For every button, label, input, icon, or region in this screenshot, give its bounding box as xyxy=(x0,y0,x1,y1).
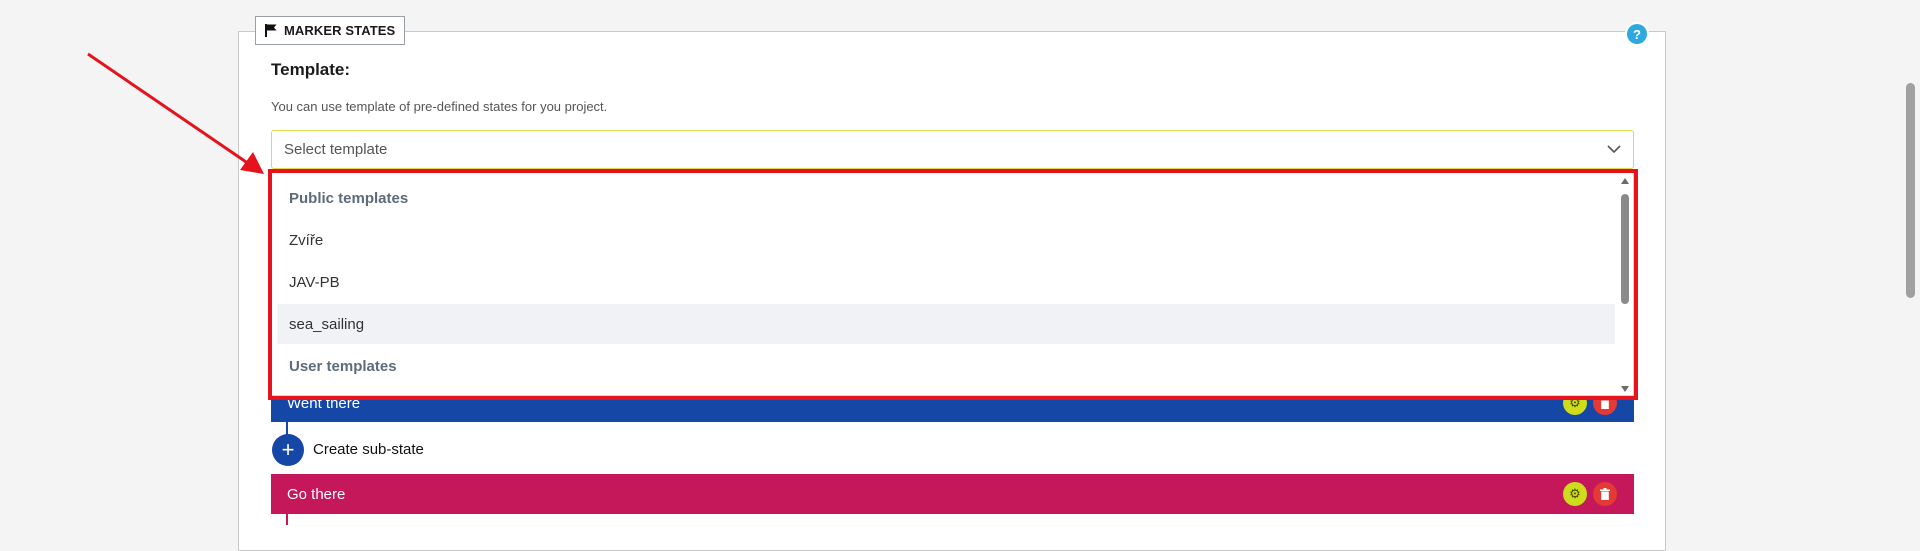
template-select-placeholder: Select template xyxy=(284,141,388,158)
scroll-up-arrow-icon[interactable] xyxy=(1621,178,1629,184)
state-connector-line xyxy=(286,514,288,525)
annotation-arrow-icon xyxy=(87,52,264,174)
help-label: ? xyxy=(1633,26,1641,42)
dropdown-scrollbar[interactable] xyxy=(1619,176,1631,392)
legend-title: MARKER STATES xyxy=(284,23,396,38)
trash-icon xyxy=(1600,397,1610,409)
template-option-highlighted[interactable]: sea_sailing xyxy=(277,304,1615,344)
trash-icon xyxy=(1600,488,1610,500)
scrollbar-thumb[interactable] xyxy=(1621,194,1629,304)
template-dropdown-list[interactable]: Public templates Zvíře JAV-PB sea_sailin… xyxy=(271,171,1634,396)
state-name: Go there xyxy=(287,485,346,503)
template-option[interactable]: Zvíře xyxy=(277,220,1615,260)
plus-icon: + xyxy=(281,437,295,462)
state-name: Went there xyxy=(287,394,361,412)
marker-states-legend: MARKER STATES xyxy=(255,16,406,45)
flag-icon xyxy=(265,24,277,37)
delete-state-button[interactable] xyxy=(1593,482,1617,506)
gear-icon: ⚙ xyxy=(1569,395,1581,410)
template-select[interactable]: Select template xyxy=(271,130,1634,169)
help-icon[interactable]: ? xyxy=(1627,24,1647,44)
template-option[interactable]: JAV-PB xyxy=(277,262,1615,302)
template-heading: Template: xyxy=(271,60,351,79)
option-group-public: Public templates xyxy=(289,189,409,207)
gear-icon: ⚙ xyxy=(1569,486,1581,501)
template-description: You can use template of pre-defined stat… xyxy=(271,99,608,114)
page-scrollbar-thumb[interactable] xyxy=(1906,83,1915,298)
chevron-down-icon xyxy=(1607,145,1621,154)
settings-gear-button[interactable]: ⚙ xyxy=(1563,482,1587,506)
state-bar-go-there[interactable]: Go there ⚙ xyxy=(271,474,1634,514)
scroll-down-arrow-icon[interactable] xyxy=(1621,386,1629,392)
create-substate-label[interactable]: Create sub-state xyxy=(313,441,424,458)
option-group-user: User templates xyxy=(289,357,397,375)
create-substate-button[interactable]: + xyxy=(272,434,304,466)
